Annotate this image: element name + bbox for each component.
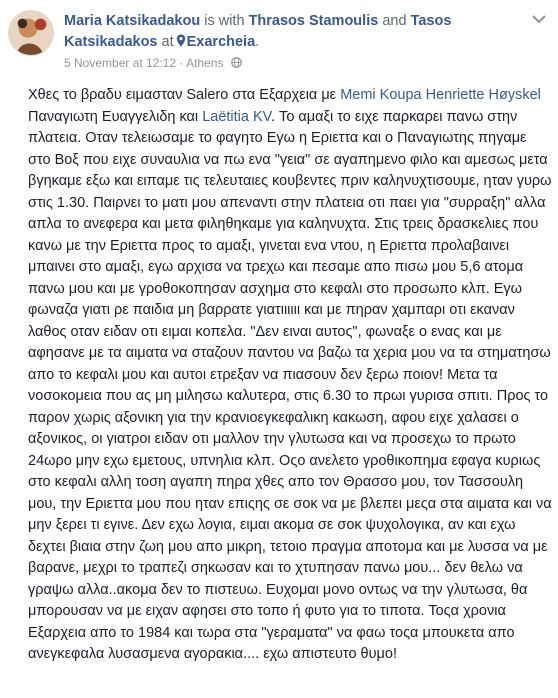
location-pin-icon bbox=[176, 34, 185, 47]
timestamp[interactable]: 5 November at 12:12 bbox=[64, 56, 176, 70]
meta-separator: · bbox=[179, 56, 184, 70]
post-meta: 5 November at 12:12 · Athens bbox=[64, 55, 242, 71]
post-attribution: Maria Katsikadakou is with Thrasos Stamo… bbox=[64, 11, 534, 53]
avatar-image bbox=[9, 11, 53, 55]
is-with-text: is with bbox=[204, 13, 245, 29]
and-text: and bbox=[382, 13, 407, 29]
facebook-post: Maria Katsikadakou is with Thrasos Stamo… bbox=[0, 0, 558, 698]
tagged-user-5[interactable]: Laëtitia KV bbox=[202, 109, 271, 125]
chevron-down-icon[interactable] bbox=[532, 14, 546, 24]
post-paragraph: Χθες το βραδυ ειμασταν Salero στα Εξαρχε… bbox=[28, 85, 552, 666]
place-link[interactable]: Exarcheia bbox=[187, 34, 256, 50]
avatar[interactable] bbox=[8, 10, 54, 56]
tagged-user-4[interactable]: Henriette Høyskel bbox=[426, 87, 541, 103]
body-text-rest: . Το αμαξι το ειχε παρκαρει πανω στην πλ… bbox=[28, 108, 552, 663]
location-text[interactable]: Athens bbox=[186, 56, 223, 70]
post-body: Χθες το βραδυ ειμασταν Salero στα Εξαρχε… bbox=[28, 85, 552, 666]
tagged-user-1[interactable]: Thrasos Stamoulis bbox=[249, 13, 379, 29]
body-text-mid: Παναγιωτη Ευαγγελιδη και bbox=[28, 108, 203, 125]
period-text: . bbox=[255, 34, 260, 50]
body-text-start: Χθες το βραδυ ειμασταν Salero στα Εξαρχε… bbox=[28, 87, 341, 103]
globe-icon bbox=[230, 57, 242, 68]
post-header: Maria Katsikadakou is with Thrasos Stamo… bbox=[8, 8, 550, 78]
tagged-user-3[interactable]: Memi Koupa bbox=[340, 87, 421, 103]
at-text: at bbox=[161, 34, 174, 50]
author-link[interactable]: Maria Katsikadakou bbox=[64, 13, 200, 29]
